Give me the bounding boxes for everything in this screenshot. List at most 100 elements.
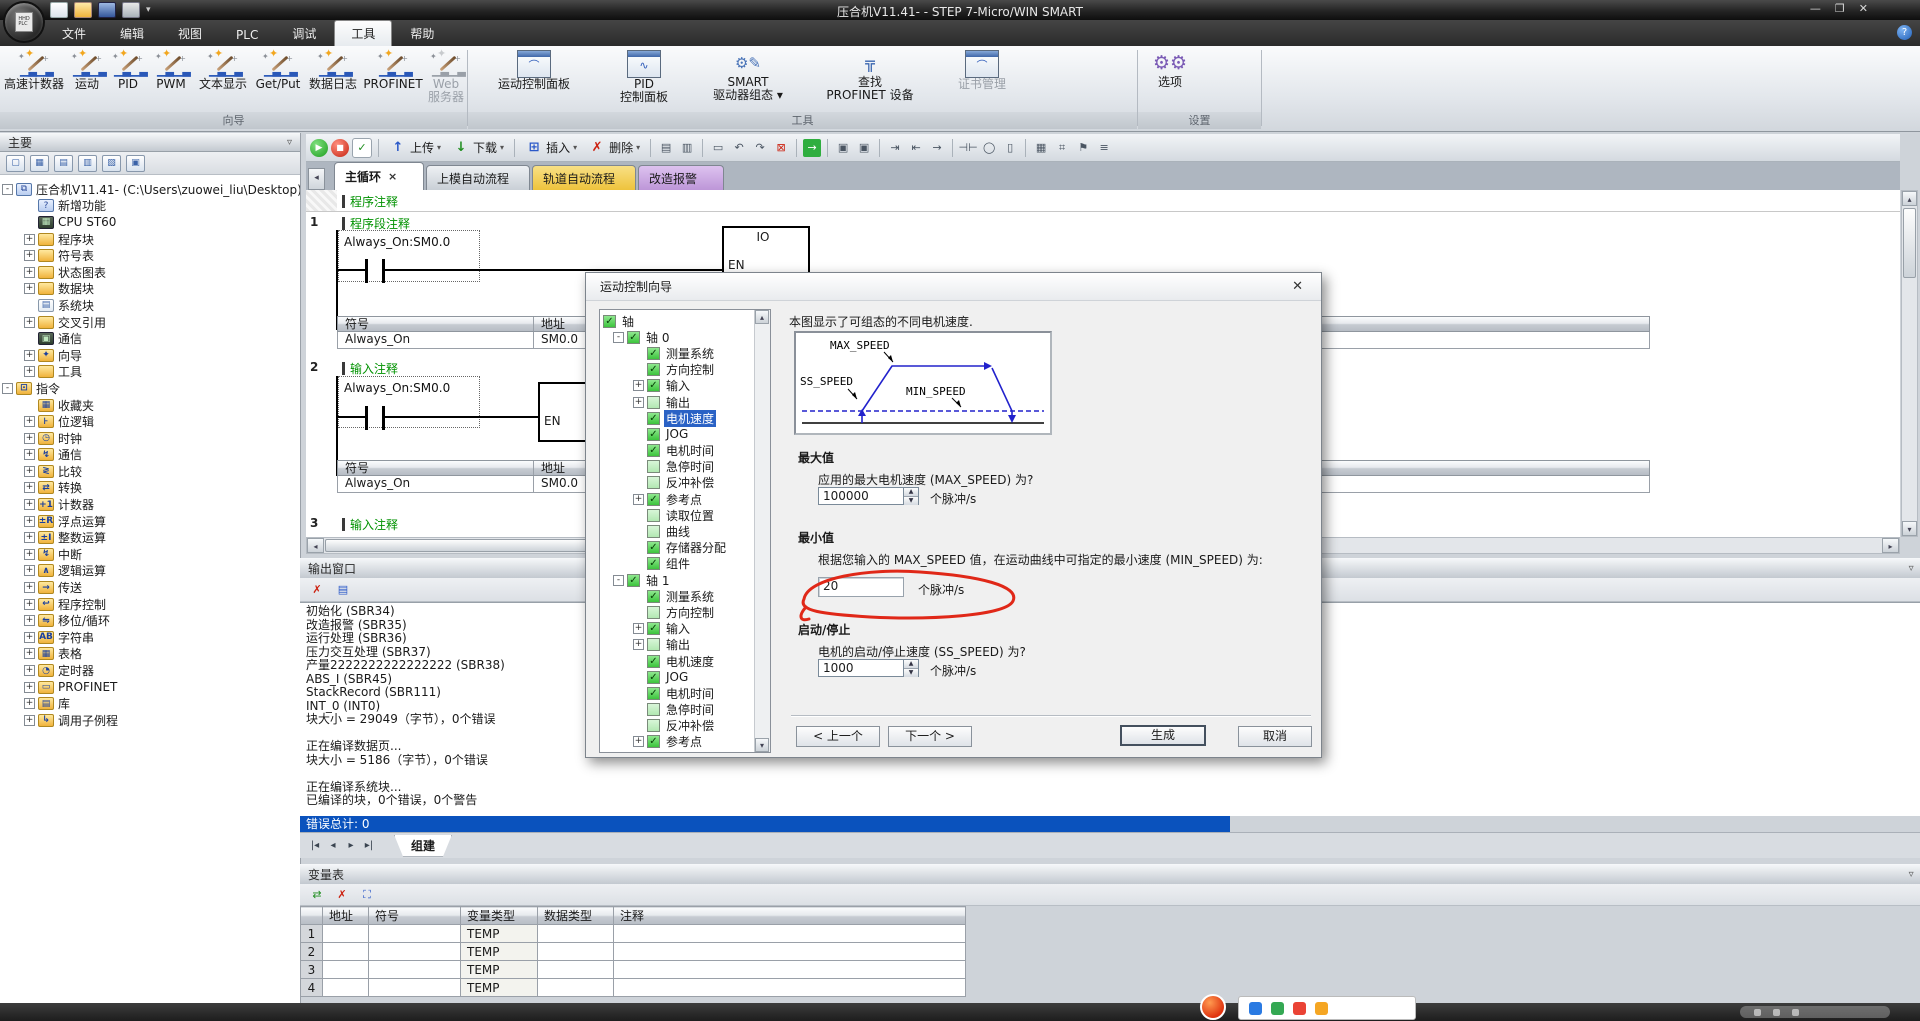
menu-item-PLC[interactable]: PLC — [220, 24, 274, 46]
max-speed-input[interactable]: 100000 ▲▼ — [818, 487, 919, 505]
ribbon-button-Get/Put[interactable]: ✦+▁▃▁▃✦Get/Put — [252, 48, 304, 110]
checkbox-unchecked[interactable] — [647, 606, 660, 619]
insert-row-icon[interactable]: ⇄ — [308, 886, 326, 904]
wizard-tree-item-反冲补偿[interactable]: 反冲补偿 — [600, 475, 770, 491]
ime-icon[interactable] — [1271, 1002, 1284, 1015]
wizard-tree-item-电机速度[interactable]: ✓电机速度 — [600, 410, 770, 426]
delete-row-icon[interactable]: ✗ — [333, 886, 351, 904]
tree-scrollbar[interactable]: ▴ ▾ — [754, 310, 770, 752]
wizard-tree-item-存储器分配[interactable]: ✓存储器分配 — [600, 540, 770, 556]
tree-item-转换[interactable]: +⇄转换 — [0, 480, 300, 497]
tab-改造报警[interactable]: 改造报警 — [638, 165, 724, 190]
wizard-tree-item-测量系统[interactable]: ✓测量系统 — [600, 345, 770, 361]
expander-icon[interactable]: + — [633, 736, 644, 747]
expander-icon[interactable]: + — [24, 632, 35, 643]
tab-close-icon[interactable]: × — [388, 170, 397, 183]
ribbon-button-PWM[interactable]: ✦+▁▃▁▃✦PWM — [148, 48, 194, 110]
ribbon-button-数据日志[interactable]: ✦+▁▃▁▃✦数据日志 — [304, 48, 362, 110]
checkbox-checked[interactable]: ✓ — [647, 363, 660, 376]
expander-icon[interactable]: + — [24, 648, 35, 659]
prev-tab-icon[interactable]: ◂ — [326, 840, 340, 851]
checkbox-checked[interactable]: ✓ — [647, 493, 660, 506]
expander-icon[interactable]: + — [633, 639, 644, 650]
lock-add-icon[interactable]: ▣ — [855, 139, 873, 157]
wizard-tree-item-输入[interactable]: +✓输入 — [600, 378, 770, 394]
variable-table[interactable]: 地址符号变量类型数据类型注释1TEMP2TEMP3TEMP4TEMP — [300, 906, 966, 997]
spinner-icon[interactable]: ▲▼ — [904, 659, 919, 677]
tree-item-浮点运算[interactable]: +±R浮点运算 — [0, 513, 300, 530]
pou-window-icon[interactable]: ▤ — [657, 139, 675, 157]
clear-output-icon[interactable]: ✗ — [308, 581, 326, 599]
expander-icon[interactable]: + — [24, 433, 35, 444]
view-cross-reference-icon[interactable]: ▧ — [102, 155, 121, 172]
ribbon-button-文本显示[interactable]: ✦+▁▃▁▃✦文本显示 — [194, 48, 252, 110]
ribbon-button-运动[interactable]: ✦+▁▃▁▃✦运动 — [66, 48, 108, 110]
ribbon-button-运动控制面板[interactable]: ⌒运动控制面板 — [470, 48, 598, 110]
ribbon-button-SMART驱动器组态[interactable]: ⚙✎SMART 驱动器组态 ▾ — [690, 48, 806, 110]
tree-item-压合机V11.41- (C:\Users\zuowei_liu\Desktop)[interactable]: -⧉压合机V11.41- (C:\Users\zuowei_liu\Deskto… — [0, 181, 300, 198]
branch-down-icon[interactable]: ⇥ — [886, 139, 904, 157]
compile-icon[interactable]: ✓ — [352, 138, 372, 158]
checkbox-checked[interactable]: ✓ — [627, 331, 640, 344]
previous-button[interactable]: < 上一个 — [796, 726, 880, 747]
checkbox-unchecked[interactable] — [647, 460, 660, 473]
insert-coil-icon[interactable]: ◯ — [980, 139, 998, 157]
checkbox-unchecked[interactable] — [647, 719, 660, 732]
expander-icon[interactable]: + — [24, 416, 35, 427]
delete-element-icon[interactable]: ⊠ — [772, 139, 790, 157]
wizard-tree-item-反冲补偿[interactable]: 反冲补偿 — [600, 718, 770, 734]
network-comment[interactable]: 输入注释 — [342, 516, 398, 533]
expander-icon[interactable]: + — [24, 582, 35, 593]
expander-icon[interactable]: + — [24, 250, 35, 261]
expander-icon[interactable]: + — [24, 449, 35, 460]
upload-button[interactable]: ↑上传▾ — [385, 138, 445, 158]
expander-icon[interactable]: + — [24, 499, 35, 510]
expander-icon[interactable]: + — [24, 267, 35, 278]
tree-item-收藏夹[interactable]: ▦收藏夹 — [0, 397, 300, 414]
expander-icon[interactable]: + — [24, 698, 35, 709]
options-small-icon[interactable]: ≡ — [1095, 139, 1113, 157]
ribbon-button-PID控制面板[interactable]: ∿PID 控制面板 — [598, 48, 690, 110]
checkbox-checked[interactable]: ✓ — [627, 574, 640, 587]
panel-pin-icon[interactable]: ▿ — [1909, 563, 1914, 574]
clear-selection-icon[interactable]: ▭ — [709, 139, 727, 157]
tree-item-通信[interactable]: ▣通信 — [0, 330, 300, 347]
tree-item-定时器[interactable]: +◔定时器 — [0, 662, 300, 679]
help-icon[interactable]: ? — [1897, 25, 1912, 40]
tree-item-程序控制[interactable]: +↩程序控制 — [0, 596, 300, 613]
tab-轨道自动流程[interactable]: 轨道自动流程 — [532, 165, 636, 190]
tab-scroll-left-icon[interactable]: ◂ — [308, 168, 325, 190]
wizard-tree-item-电机速度[interactable]: ✓电机速度 — [600, 653, 770, 669]
checkbox-checked[interactable]: ✓ — [647, 412, 660, 425]
expander-icon[interactable]: + — [24, 516, 35, 527]
variable-row[interactable]: 3TEMP — [301, 961, 966, 979]
menu-item-编辑[interactable]: 编辑 — [104, 21, 160, 46]
undo-icon[interactable]: ↶ — [730, 139, 748, 157]
variable-row[interactable]: 2TEMP — [301, 943, 966, 961]
tree-item-位逻辑[interactable]: +⊦位逻辑 — [0, 413, 300, 430]
wizard-tree-item-轴 1[interactable]: -✓轴 1 — [600, 572, 770, 588]
ime-icon[interactable] — [1293, 1002, 1306, 1015]
tree-item-程序块[interactable]: +程序块 — [0, 231, 300, 248]
tray-icon[interactable] — [1773, 1009, 1780, 1016]
view-status-chart-icon[interactable]: ▤ — [54, 155, 73, 172]
tree-item-CPU ST60[interactable]: ▦CPU ST60 — [0, 214, 300, 231]
tree-item-移位/循环[interactable]: +⇋移位/循环 — [0, 612, 300, 629]
checkbox-unchecked[interactable] — [647, 703, 660, 716]
variable-row[interactable]: 1TEMP — [301, 925, 966, 943]
lock-icon[interactable]: ▣ — [834, 139, 852, 157]
expander-icon[interactable]: + — [24, 565, 35, 576]
checkbox-unchecked[interactable] — [647, 509, 660, 522]
maximize-button[interactable]: ❐ — [1835, 2, 1845, 15]
ime-logo-icon[interactable] — [1200, 994, 1226, 1020]
wizard-tree-item-测量系统[interactable]: ✓测量系统 — [600, 588, 770, 604]
tree-item-符号表[interactable]: +符号表 — [0, 247, 300, 264]
expander-icon[interactable]: + — [633, 397, 644, 408]
tree-item-字符串[interactable]: +AB字符串 — [0, 629, 300, 646]
tree-item-逻辑运算[interactable]: +∧逻辑运算 — [0, 563, 300, 580]
ribbon-button-高速计数器[interactable]: ✦+▁▃▁▃✦高速计数器 — [2, 48, 66, 110]
tree-item-交叉引用[interactable]: +交叉引用 — [0, 314, 300, 331]
insert-box-icon[interactable]: ▯ — [1001, 139, 1019, 157]
tab-上模自动流程[interactable]: 上模自动流程 — [426, 165, 530, 190]
checkbox-checked[interactable]: ✓ — [647, 541, 660, 554]
